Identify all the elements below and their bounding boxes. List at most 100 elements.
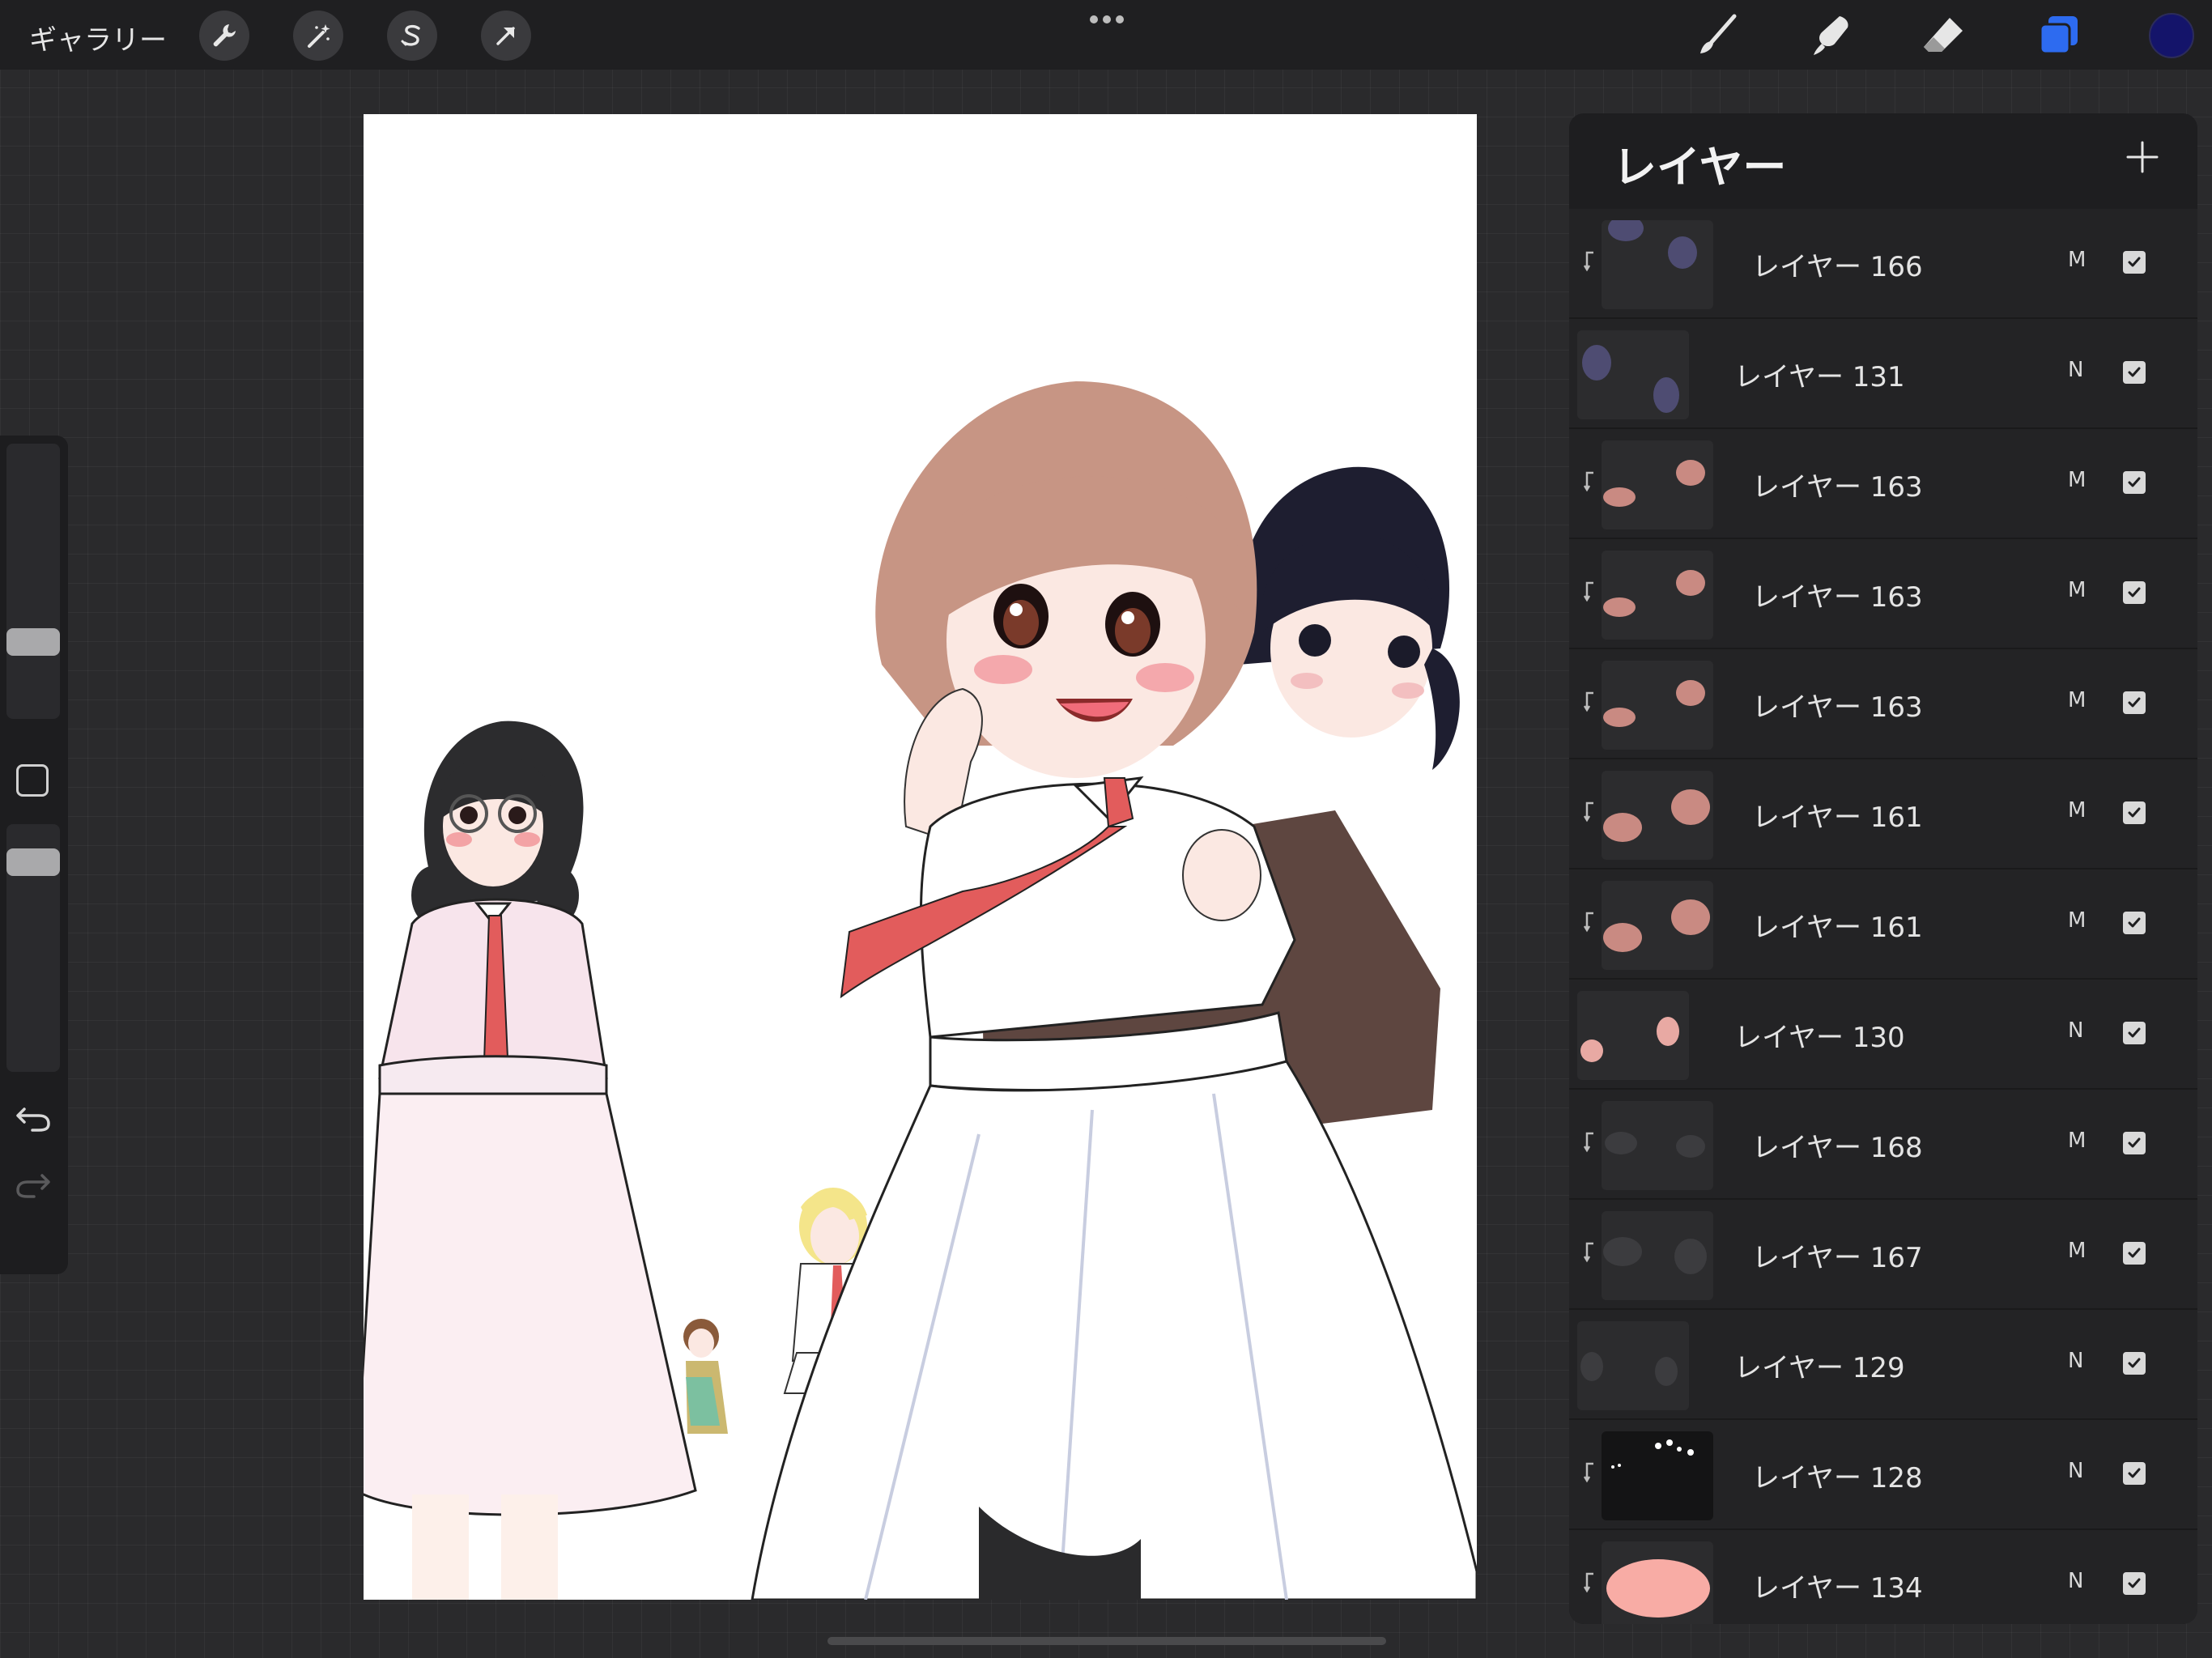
redo-icon[interactable] <box>15 1167 52 1200</box>
layer-row[interactable]: レイヤー 163 M <box>1569 539 2197 649</box>
adjustments-button[interactable] <box>293 11 343 61</box>
artwork-illustration <box>364 381 1477 1600</box>
layer-thumbnail-preview <box>1582 345 1679 413</box>
layer-thumbnail[interactable] <box>1577 991 1689 1080</box>
drawing-canvas[interactable] <box>364 114 1477 1600</box>
layers-tool-button[interactable] <box>2032 8 2086 62</box>
layer-name: レイヤー 129 <box>1734 1352 1905 1384</box>
layer-thumbnail[interactable] <box>1602 551 1713 640</box>
layer-visibility-checkbox[interactable] <box>2123 581 2146 604</box>
layer-row[interactable]: レイヤー 168 M <box>1569 1090 2197 1200</box>
brush-size-slider[interactable] <box>6 444 60 719</box>
selection-s-icon <box>401 24 420 46</box>
check-icon <box>2128 477 2141 487</box>
layer-blend-mode[interactable]: N <box>2068 1018 2083 1043</box>
layer-blend-mode[interactable]: M <box>2068 468 2086 492</box>
layer-blend-mode[interactable]: M <box>2068 248 2086 272</box>
opacity-slider-thumb[interactable] <box>6 848 60 876</box>
layer-visibility-checkbox[interactable] <box>2123 1352 2146 1375</box>
layer-blend-mode[interactable]: M <box>2068 908 2086 933</box>
modify-square-icon[interactable] <box>16 764 49 797</box>
character-black-hair <box>1238 466 1460 770</box>
layer-row[interactable]: レイヤー 166 M <box>1569 209 2197 319</box>
clipping-mask-icon <box>1584 1462 1593 1483</box>
layer-thumbnail-preview <box>1605 1132 1705 1158</box>
layer-blend-mode[interactable]: M <box>2068 798 2086 823</box>
add-layer-button[interactable] <box>2116 131 2168 183</box>
check-icon <box>2128 257 2141 267</box>
layer-thumbnail-preview <box>1603 680 1705 727</box>
check-icon <box>2128 1137 2141 1148</box>
layer-blend-mode[interactable]: N <box>2068 1569 2083 1593</box>
layer-visibility-checkbox[interactable] <box>2123 1242 2146 1265</box>
layer-visibility-checkbox[interactable] <box>2123 1022 2146 1044</box>
layer-visibility-checkbox[interactable] <box>2123 1462 2146 1485</box>
layer-thumbnail[interactable] <box>1602 1431 1713 1520</box>
layer-blend-mode[interactable]: M <box>2068 688 2086 712</box>
more-dots-icon[interactable] <box>1087 11 1127 28</box>
home-indicator[interactable] <box>827 1637 1386 1645</box>
layer-row[interactable]: レイヤー 163 M <box>1569 649 2197 759</box>
layer-name: レイヤー 128 <box>1752 1462 1923 1494</box>
layer-name: レイヤー 161 <box>1752 912 1923 944</box>
layer-visibility-checkbox[interactable] <box>2123 1132 2146 1154</box>
layer-thumbnail[interactable] <box>1602 771 1713 860</box>
gallery-button[interactable]: ギャラリー <box>29 18 167 57</box>
layer-thumbnail[interactable] <box>1602 881 1713 970</box>
layer-thumbnail[interactable] <box>1577 330 1689 419</box>
layer-name: レイヤー 163 <box>1752 581 1923 614</box>
clipping-mask-icon <box>1584 801 1593 823</box>
transform-button[interactable] <box>481 11 531 61</box>
layer-row[interactable]: レイヤー 167 M <box>1569 1200 2197 1310</box>
layer-thumbnail[interactable] <box>1602 440 1713 529</box>
layer-row[interactable]: レイヤー 163 M <box>1569 429 2197 539</box>
eraser-tool-button[interactable] <box>1917 8 1971 62</box>
undo-icon[interactable] <box>15 1101 52 1133</box>
character-small-brown <box>683 1319 728 1434</box>
brush-size-slider-thumb[interactable] <box>6 628 60 656</box>
layer-visibility-checkbox[interactable] <box>2123 1572 2146 1595</box>
layer-visibility-checkbox[interactable] <box>2123 801 2146 824</box>
layer-blend-mode[interactable]: M <box>2068 1129 2086 1153</box>
layer-thumbnail[interactable] <box>1602 1211 1713 1300</box>
clipping-mask-icon <box>1584 691 1593 712</box>
smudge-tool-button[interactable] <box>1804 8 1857 62</box>
left-sidebar <box>0 436 68 1274</box>
layer-thumbnail-preview <box>1603 899 1710 952</box>
layers-panel: レイヤー レイヤー 166 M レイヤー 131 N レイヤー 163 M レイヤー 163… <box>1569 113 2197 1624</box>
layer-thumbnail[interactable] <box>1602 661 1713 750</box>
layer-visibility-checkbox[interactable] <box>2123 471 2146 494</box>
panel-title: レイヤー <box>1613 142 1787 193</box>
layer-visibility-checkbox[interactable] <box>2123 361 2146 384</box>
color-picker-button[interactable] <box>2149 13 2194 58</box>
layer-blend-mode[interactable]: N <box>2068 1459 2083 1483</box>
layer-name: レイヤー 163 <box>1752 691 1923 724</box>
layer-visibility-checkbox[interactable] <box>2123 912 2146 934</box>
layer-blend-mode[interactable]: N <box>2068 358 2083 382</box>
layer-thumbnail[interactable] <box>1602 220 1713 309</box>
layer-row[interactable]: レイヤー 130 N <box>1569 980 2197 1090</box>
layer-blend-mode[interactable]: M <box>2068 578 2086 602</box>
layer-blend-mode[interactable]: N <box>2068 1349 2083 1373</box>
layer-row[interactable]: レイヤー 128 N <box>1569 1420 2197 1530</box>
layer-visibility-checkbox[interactable] <box>2123 251 2146 274</box>
actions-button[interactable] <box>199 11 249 61</box>
layer-thumbnail-preview <box>1608 220 1697 269</box>
layer-thumbnail[interactable] <box>1602 1101 1713 1190</box>
layer-name: レイヤー 134 <box>1752 1572 1923 1605</box>
brush-tool-button[interactable] <box>1691 8 1744 62</box>
layer-row[interactable]: レイヤー 131 N <box>1569 319 2197 429</box>
layer-row[interactable]: レイヤー 161 M <box>1569 869 2197 980</box>
selection-button[interactable] <box>387 11 437 61</box>
layer-thumbnail-preview <box>1603 460 1705 507</box>
check-icon <box>2128 1358 2141 1368</box>
layer-name: レイヤー 168 <box>1752 1132 1923 1164</box>
layer-visibility-checkbox[interactable] <box>2123 691 2146 714</box>
layer-blend-mode[interactable]: M <box>2068 1239 2086 1263</box>
layer-row[interactable]: レイヤー 161 M <box>1569 759 2197 869</box>
layer-thumbnail[interactable] <box>1577 1321 1689 1410</box>
layer-row[interactable]: レイヤー 129 N <box>1569 1310 2197 1420</box>
layer-thumbnail[interactable] <box>1602 1541 1713 1624</box>
layer-thumbnail-preview <box>1603 789 1710 842</box>
layer-row[interactable]: レイヤー 134 N <box>1569 1530 2197 1624</box>
